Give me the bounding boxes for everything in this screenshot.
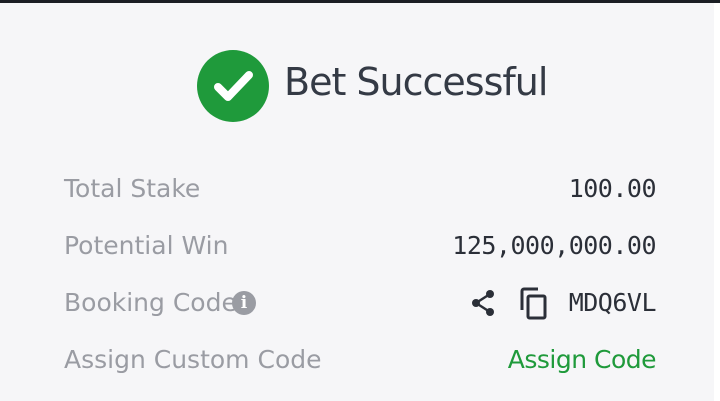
custom-code-label: Assign Custom Code [64, 345, 322, 374]
success-header: Bet Successful [0, 3, 720, 163]
total-stake-label: Total Stake [64, 174, 201, 203]
share-icon[interactable] [468, 288, 498, 323]
potential-win-row: Potential Win 125,000,000.00 [64, 226, 656, 266]
total-stake-row: Total Stake 100.00 [64, 169, 657, 209]
booking-code-row: Booking Code i MDQ6VL [64, 283, 657, 326]
copy-icon[interactable] [518, 287, 550, 326]
info-icon[interactable]: i [232, 291, 256, 315]
potential-win-value: 125,000,000.00 [452, 231, 656, 260]
booking-code-label: Booking Code [64, 288, 237, 317]
bet-success-panel: Bet Successful Total Stake 100.00 Potent… [0, 3, 720, 401]
potential-win-label: Potential Win [64, 231, 229, 260]
check-circle-icon [197, 50, 269, 122]
booking-code-value: MDQ6VL [568, 288, 657, 317]
assign-code-link[interactable]: Assign Code [508, 340, 657, 380]
page-title: Bet Successful [284, 60, 548, 104]
total-stake-value: 100.00 [568, 174, 657, 203]
custom-code-row: Assign Custom Code Assign Code [64, 340, 657, 380]
